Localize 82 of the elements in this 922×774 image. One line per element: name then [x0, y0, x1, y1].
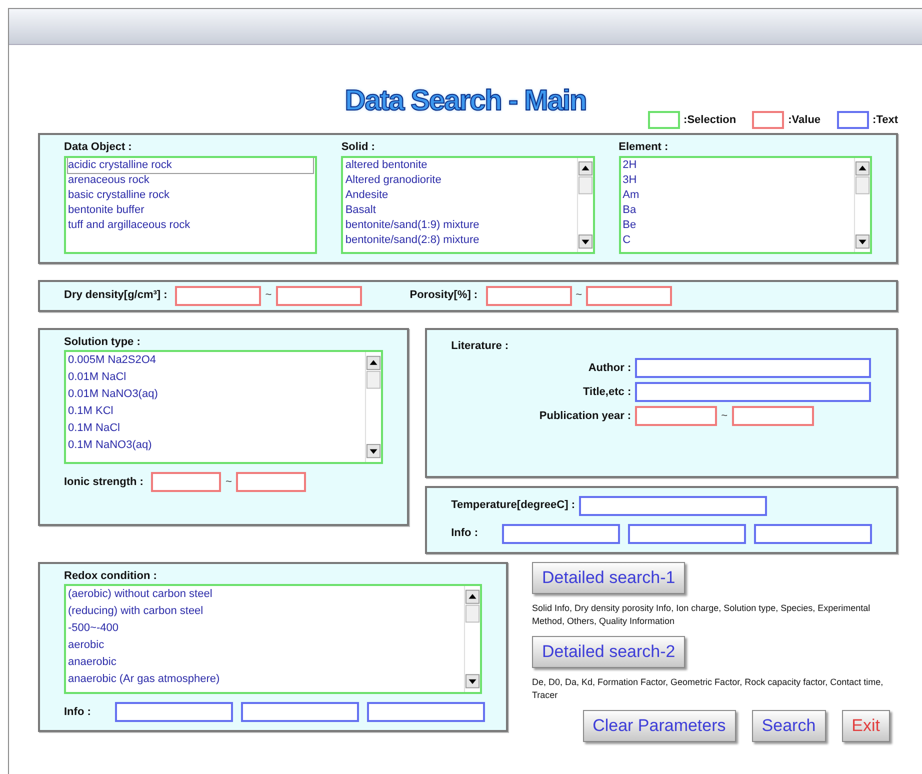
list-item[interactable]: tuff and argillaceous rock	[68, 218, 314, 232]
field-label: Temperature[degreeC] :	[451, 498, 575, 514]
range-separator: ~	[576, 288, 582, 304]
list-item[interactable]: anaerobic	[68, 654, 462, 671]
action-button[interactable]: Clear Parameters	[582, 710, 736, 742]
list-label: Data Object :	[64, 140, 133, 155]
input-field[interactable]	[635, 406, 718, 426]
legend-swatch	[648, 111, 680, 129]
list-item[interactable]: -500~-400	[68, 620, 462, 637]
input-field[interactable]	[586, 286, 672, 306]
field-label: Author :	[587, 360, 632, 376]
range-separator: ~	[225, 474, 232, 490]
field-label: Title,etc :	[582, 384, 632, 400]
list-item[interactable]: Andesite	[345, 188, 575, 202]
list-item[interactable]: aerobic	[68, 637, 462, 654]
field-label: Info :	[451, 526, 478, 542]
list-item[interactable]: Altered granodiorite	[345, 172, 575, 188]
field-label: Publication year :	[538, 408, 632, 424]
list-label: Solid :	[341, 140, 376, 155]
action-button[interactable]: Search	[752, 710, 826, 742]
input-field[interactable]	[635, 358, 872, 378]
input-field[interactable]	[240, 702, 359, 722]
list-label: Redox condition :	[64, 568, 158, 584]
input-field[interactable]	[366, 702, 485, 722]
field-label: Dry density[g/cm³] :	[64, 288, 168, 304]
list-item[interactable]: bentonite/sand(2:8) mixture	[345, 232, 575, 248]
list-item[interactable]: anaerobic (Ar gas atmosphere)	[68, 671, 462, 688]
legend-swatch	[836, 111, 869, 129]
range-separator: ~	[265, 288, 272, 304]
input-field[interactable]	[276, 286, 362, 306]
input-field[interactable]	[754, 524, 872, 544]
description-text: De, D0, Da, Kd, Formation Factor, Geometric Factor, Rock capacity factor, Contact time, Tracer	[532, 676, 884, 702]
input-field[interactable]	[502, 524, 620, 544]
input-field[interactable]	[114, 702, 233, 722]
list-item[interactable]: 0.01M NaNO3(aq)	[68, 386, 364, 403]
field-label: Ionic strength :	[64, 474, 144, 490]
list-item[interactable]: arenaceous rock	[68, 172, 314, 188]
list-item[interactable]: Basalt	[345, 202, 575, 218]
input-field[interactable]	[151, 472, 222, 492]
detailed-search-button[interactable]: Detailed search-1	[532, 562, 686, 594]
legend-label: :Text	[872, 112, 898, 128]
list-item[interactable]: (aerobic) without carbon steel	[68, 586, 462, 603]
input-field[interactable]	[628, 524, 746, 544]
list-item[interactable]: altered bentonite	[345, 158, 575, 172]
input-field[interactable]	[635, 382, 872, 402]
list-item[interactable]: 3H	[622, 172, 852, 188]
list-item[interactable]: basic crystalline rock	[68, 188, 314, 202]
scrollbar[interactable]	[576, 158, 593, 252]
legend-label: :Value	[788, 112, 821, 128]
list-item[interactable]: 2H	[622, 158, 852, 172]
list-item[interactable]: acidic crystalline rock	[68, 158, 314, 172]
list-item[interactable]: C	[622, 232, 852, 248]
legend-swatch	[752, 111, 784, 129]
input-field[interactable]	[236, 472, 306, 492]
scrollbar[interactable]	[365, 352, 382, 462]
list-item[interactable]: Am	[622, 188, 852, 202]
list-item[interactable]: (reducing) with carbon steel	[68, 603, 462, 620]
description-text: Solid Info, Dry density porosity Info, Ion charge, Solution type, Species, Experimental Method, Others, Quality Information	[532, 602, 872, 628]
range-separator: ~	[721, 408, 728, 424]
input-field[interactable]	[175, 286, 262, 306]
list-item[interactable]: bentonite buffer	[68, 202, 314, 218]
list-item[interactable]: 0.01M NaCl	[68, 369, 364, 386]
list-item[interactable]: 0.1M KCl	[68, 403, 364, 420]
list-item[interactable]: Ba	[622, 202, 852, 218]
page-title: Data Search - Main	[344, 85, 586, 117]
list-label: Element :	[618, 140, 670, 155]
scrollbar[interactable]	[464, 586, 480, 692]
detailed-search-button[interactable]: Detailed search-2	[532, 636, 686, 668]
field-label: Info :	[64, 704, 91, 720]
list-item[interactable]: 0.1M NaCl	[68, 420, 364, 437]
input-field[interactable]	[732, 406, 814, 426]
list-label: Solution type :	[64, 334, 142, 350]
list-item[interactable]: 0.005M Na2S2O4	[68, 352, 364, 369]
list-item[interactable]: Be	[622, 218, 852, 232]
field-label: Porosity[%] :	[410, 288, 478, 304]
input-field[interactable]	[579, 496, 767, 516]
list-item[interactable]: 0.1M NaNO3(aq)	[68, 437, 364, 454]
legend-label: :Selection	[684, 112, 736, 128]
list-item[interactable]: bentonite/sand(1:9) mixture	[345, 218, 575, 232]
scrollbar[interactable]	[854, 158, 870, 252]
panel-title: Literature :	[451, 338, 510, 354]
input-field[interactable]	[486, 286, 572, 306]
